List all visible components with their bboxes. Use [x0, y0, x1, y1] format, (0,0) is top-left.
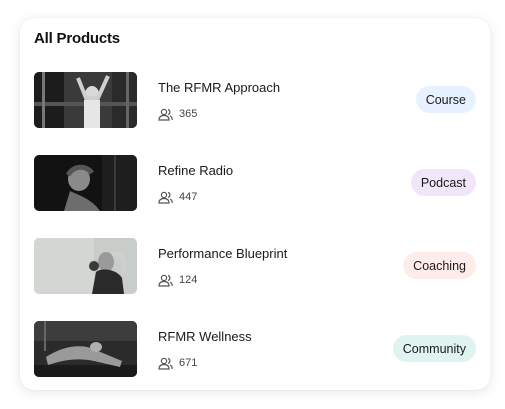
member-count: 365	[158, 107, 197, 121]
product-name: The RFMR Approach	[158, 80, 281, 95]
product-row[interactable]: The RFMR Approach 365 Course	[20, 72, 490, 130]
member-count-value: 365	[179, 108, 198, 120]
member-count-value: 671	[179, 357, 198, 369]
users-icon	[158, 357, 173, 370]
products-card: All Products The RFMR Approach 365 Cours…	[20, 18, 490, 390]
member-count-value: 124	[179, 274, 198, 286]
users-icon	[158, 191, 173, 204]
card-title: All Products	[34, 30, 120, 47]
product-thumbnail	[34, 72, 137, 128]
product-thumbnail	[34, 238, 137, 294]
product-row[interactable]: RFMR Wellness 671 Community	[20, 321, 490, 379]
users-icon	[158, 108, 173, 121]
product-type-badge: Community	[392, 335, 476, 362]
member-count: 671	[158, 356, 197, 370]
product-type-badge: Coaching	[403, 252, 476, 279]
product-type-badge: Course	[415, 86, 476, 113]
member-count: 447	[158, 190, 197, 204]
users-icon	[158, 274, 173, 287]
product-name: Refine Radio	[158, 163, 234, 178]
product-row[interactable]: Refine Radio 447 Podcast	[20, 155, 490, 213]
product-name: Performance Blueprint	[158, 246, 288, 261]
member-count: 124	[158, 273, 197, 287]
product-name: RFMR Wellness	[158, 329, 252, 344]
product-thumbnail	[34, 155, 137, 211]
product-thumbnail	[34, 321, 137, 377]
product-type-badge: Podcast	[410, 169, 476, 196]
product-row[interactable]: Performance Blueprint 124 Coaching	[20, 238, 490, 296]
member-count-value: 447	[179, 191, 198, 203]
